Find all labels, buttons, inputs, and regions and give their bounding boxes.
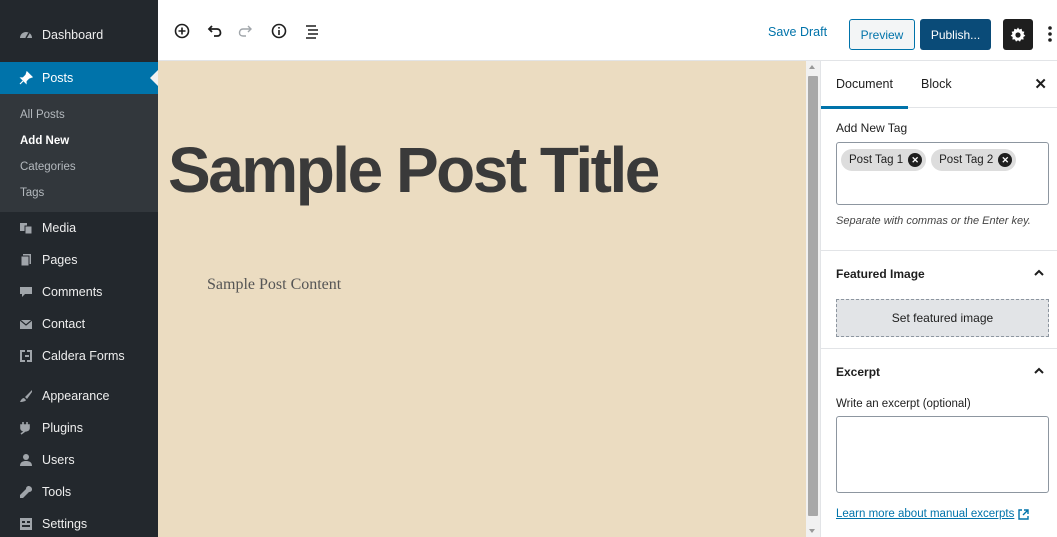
settings-icon [18, 516, 34, 532]
sidebar-item-pages[interactable]: Pages [0, 244, 158, 276]
tags-hint: Separate with commas or the Enter key. [836, 215, 1031, 227]
featured-image-toggle[interactable]: Featured Image [821, 251, 1057, 296]
block-navigation-icon[interactable] [303, 22, 321, 40]
media-icon [18, 220, 34, 236]
remove-tag-icon[interactable]: ✕ [998, 153, 1013, 167]
excerpt-heading: Excerpt [836, 364, 881, 379]
sidebar-item-label: Tools [42, 485, 72, 499]
sidebar-item-label: Appearance [42, 389, 110, 403]
comments-icon [18, 284, 34, 300]
featured-image-heading: Featured Image [836, 266, 925, 281]
sidebar-item-media[interactable]: Media [0, 212, 158, 244]
dashboard-icon [18, 27, 34, 43]
brush-icon [18, 388, 34, 404]
excerpt-toggle[interactable]: Excerpt [821, 349, 1057, 394]
undo-icon[interactable] [206, 22, 224, 40]
tag-chip-label: Post Tag 2 [939, 154, 994, 166]
sidebar-item-label: Posts [42, 71, 74, 85]
sidebar-item-label: Caldera Forms [42, 349, 125, 363]
caldera-forms-icon [18, 348, 34, 364]
excerpt-textarea[interactable] [836, 416, 1049, 493]
sidebar-item-users[interactable]: Users [0, 444, 158, 476]
excerpt-panel: Excerpt Write an excerpt (optional) Lear… [821, 349, 1057, 520]
tag-chip-label: Post Tag 1 [849, 154, 904, 166]
featured-image-panel: Featured Image Set featured image [821, 251, 1057, 349]
tags-input[interactable]: Post Tag 1 ✕ Post Tag 2 ✕ [836, 142, 1049, 205]
sidebar-item-posts[interactable]: Posts [0, 62, 158, 94]
post-title[interactable]: Sample Post Title [168, 133, 660, 207]
scroll-down-arrow-icon[interactable] [809, 529, 815, 533]
submenu-tags[interactable]: Tags [0, 180, 158, 206]
sidebar-item-contact[interactable]: Contact [0, 308, 158, 340]
preview-button[interactable]: Preview [849, 19, 915, 50]
excerpt-help-link[interactable]: Learn more about manual excerpts [836, 508, 1057, 520]
external-link-icon [1018, 508, 1030, 520]
add-block-icon[interactable] [173, 22, 191, 40]
admin-sidebar: Dashboard Posts All Posts Add New Catego… [0, 0, 158, 537]
editor-scrollbar[interactable] [806, 61, 820, 537]
remove-tag-icon[interactable]: ✕ [908, 153, 923, 167]
tags-panel: Add New Tag Post Tag 1 ✕ Post Tag 2 ✕ Se… [821, 108, 1057, 251]
sidebar-item-label: Plugins [42, 421, 83, 435]
sidebar-item-label: Comments [42, 285, 103, 299]
set-featured-image-button[interactable]: Set featured image [836, 299, 1049, 337]
users-icon [18, 452, 34, 468]
posts-submenu: All Posts Add New Categories Tags [0, 94, 158, 212]
chevron-up-icon [1034, 367, 1044, 374]
editor-toolbar: Save Draft Preview Publish... [158, 0, 1057, 61]
wrench-icon [18, 484, 34, 500]
publish-button[interactable]: Publish... [920, 19, 991, 50]
sidebar-item-label: Users [42, 453, 75, 467]
sidebar-item-tools[interactable]: Tools [0, 476, 158, 508]
sidebar-item-label: Pages [42, 253, 78, 267]
save-draft-button[interactable]: Save Draft [768, 25, 827, 39]
chevron-up-icon [1034, 269, 1044, 276]
redo-icon[interactable] [236, 22, 254, 40]
pages-icon [18, 252, 34, 268]
post-content-paragraph[interactable]: Sample Post Content [207, 276, 341, 294]
close-icon[interactable]: ✕ [1034, 75, 1047, 93]
sidebar-item-comments[interactable]: Comments [0, 276, 158, 308]
sidebar-item-label: Settings [42, 517, 88, 531]
gear-icon [1010, 27, 1026, 42]
scrollbar-thumb[interactable] [808, 76, 818, 516]
excerpt-help-link-text: Learn more about manual excerpts [836, 508, 1015, 520]
submenu-add-new[interactable]: Add New [0, 128, 158, 154]
more-options-icon[interactable] [1044, 22, 1056, 46]
settings-gear-button[interactable] [1003, 19, 1033, 50]
plugin-icon [18, 420, 34, 436]
settings-sidebar: Document Block ✕ Add New Tag Post Tag 1 … [820, 61, 1057, 537]
sidebar-item-plugins[interactable]: Plugins [0, 412, 158, 444]
sidebar-item-dashboard[interactable]: Dashboard [0, 19, 158, 51]
sidebar-item-label: Media [42, 221, 77, 235]
submenu-all-posts[interactable]: All Posts [0, 102, 158, 128]
tag-chip: Post Tag 1 ✕ [841, 149, 927, 171]
pin-icon [18, 70, 34, 86]
info-icon[interactable] [270, 22, 288, 40]
excerpt-label: Write an excerpt (optional) [836, 398, 971, 410]
sidebar-item-label: Dashboard [42, 28, 104, 42]
submenu-categories[interactable]: Categories [0, 154, 158, 180]
sidebar-item-caldera-forms[interactable]: Caldera Forms [0, 340, 158, 372]
mail-icon [18, 316, 34, 332]
tag-chip: Post Tag 2 ✕ [931, 149, 1017, 171]
sidebar-item-label: Contact [42, 317, 86, 331]
sidebar-item-settings[interactable]: Settings [0, 508, 158, 537]
editor-canvas: Sample Post Title Sample Post Content [158, 61, 806, 537]
tab-document[interactable]: Document [821, 77, 908, 109]
scroll-up-arrow-icon[interactable] [809, 65, 815, 69]
panel-tabs: Document Block ✕ [821, 61, 1057, 109]
tab-block[interactable]: Block [921, 77, 952, 91]
sidebar-item-appearance[interactable]: Appearance [0, 380, 158, 412]
tags-label: Add New Tag [836, 121, 908, 135]
